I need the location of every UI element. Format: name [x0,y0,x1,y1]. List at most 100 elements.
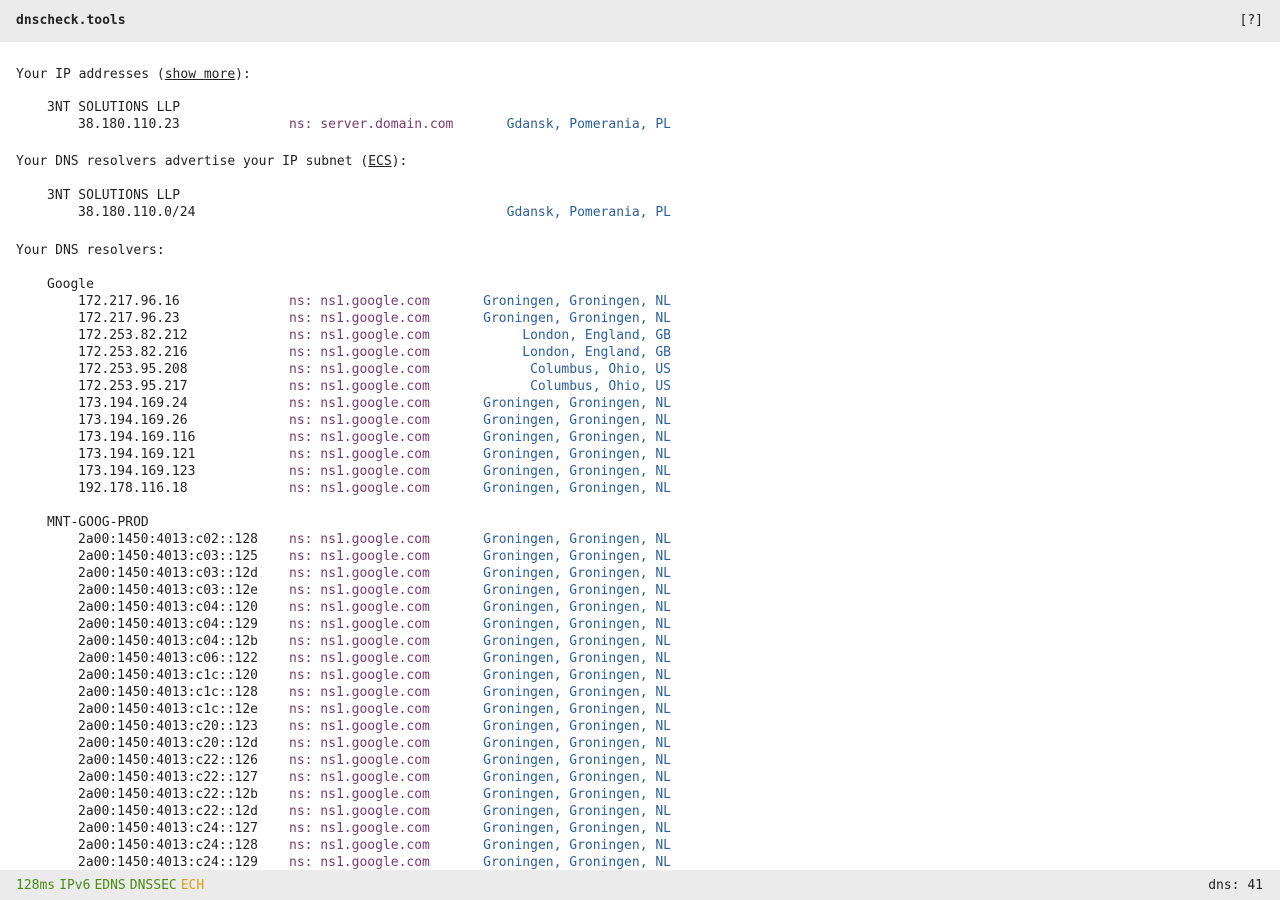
resolver-ns: ns: ns1.google.com [289,294,430,309]
resolver-row: 2a00:1450:4013:c22::126 ns: ns1.google.co… [0,752,700,769]
resolver-row: 2a00:1450:4013:c24::128 ns: ns1.google.co… [0,837,700,854]
resolver-location: Groningen, Groningen, NL [483,600,671,615]
resolver-row: 2a00:1450:4013:c03::12e ns: ns1.google.co… [0,582,700,599]
resolver-ns: ns: ns1.google.com [289,566,430,581]
resolver-location: Groningen, Groningen, NL [483,447,671,462]
resolver-ip: 2a00:1450:4013:c22::12d [78,804,259,819]
ip-org-name: 3NT SOLUTIONS LLP [47,100,181,115]
resolver-row: 172.217.96.16 ns: ns1.google.com Groningen… [0,293,700,310]
resolver-row: 2a00:1450:4013:c22::127 ns: ns1.google.co… [0,769,700,786]
resolver-ns: ns: ns1.google.com [289,311,430,326]
resolver-ns: ns: ns1.google.com [289,600,430,615]
resolver-row: 2a00:1450:4013:c24::129 ns: ns1.google.co… [0,854,700,870]
resolver-row: 2a00:1450:4013:c22::12d ns: ns1.google.co… [0,803,700,820]
resolver-ns: ns: ns1.google.com [289,651,430,666]
resolver-row: 173.194.169.26 ns: ns1.google.com Groninge… [0,412,700,429]
resolver-ip: 2a00:1450:4013:c1c::12e [78,702,259,717]
status-footer: 128ms IPv6 EDNS DNSSEC ECH dns: 41 [0,870,1280,900]
help-button[interactable]: [?] [1240,13,1263,28]
resolver-org-name: MNT-GOOG-PROD [47,515,149,530]
resolver-ip: 173.194.169.123 [78,464,196,479]
resolver-location: Groningen, Groningen, NL [483,549,671,564]
ip-heading-prefix: Your IP addresses ( [16,67,165,82]
resolver-row: 2a00:1450:4013:c20::12d ns: ns1.google.co… [0,735,700,752]
ecs-subnet: 38.180.110.0/24 [78,205,196,220]
resolver-location: Groningen, Groningen, NL [483,311,671,326]
feature-tag: DNSSEC [129,878,177,893]
resolver-ns: ns: ns1.google.com [289,532,430,547]
resolver-ip: 2a00:1450:4013:c06::122 [78,651,259,666]
ip-location: Gdansk, Pomerania, PL [506,117,671,132]
resolver-ns: ns: ns1.google.com [289,549,430,564]
ip-addresses-heading: Your IP addresses (show more): [16,66,251,83]
resolver-row: 172.253.95.208 ns: ns1.google.com Columbus… [0,361,700,378]
ip-address: 38.180.110.23 [78,117,180,132]
resolver-location: Columbus, Ohio, US [530,379,671,394]
resolver-row: 172.253.95.217 ns: ns1.google.com Columbus… [0,378,700,395]
resolver-ns: ns: ns1.google.com [289,481,430,496]
resolver-row: 2a00:1450:4013:c03::125 ns: ns1.google.co… [0,548,700,565]
resolver-ns: ns: ns1.google.com [289,328,430,343]
feature-tag: IPv6 [59,878,91,893]
resolver-row: 2a00:1450:4013:c22::12b ns: ns1.google.co… [0,786,700,803]
ecs-org-name: 3NT SOLUTIONS LLP [47,188,181,203]
resolver-row: 173.194.169.121 ns: ns1.google.com Groning… [0,446,700,463]
feature-tag: ECH [180,878,205,893]
resolver-ns: ns: ns1.google.com [289,362,430,377]
resolver-location: Groningen, Groningen, NL [483,430,671,445]
resolver-location: Groningen, Groningen, NL [483,855,671,870]
resolver-location: Groningen, Groningen, NL [483,719,671,734]
resolver-ip: 172.253.82.216 [78,345,188,360]
resolver-ns: ns: ns1.google.com [289,430,430,445]
resolver-ip: 2a00:1450:4013:c02::128 [78,532,259,547]
resolver-location: Groningen, Groningen, NL [483,651,671,666]
ecs-link[interactable]: ECS [368,154,391,169]
resolver-ip: 2a00:1450:4013:c22::127 [78,770,259,785]
resolver-location: Columbus, Ohio, US [530,362,671,377]
resolver-row: 2a00:1450:4013:c04::129 ns: ns1.google.co… [0,616,700,633]
resolver-location: Groningen, Groningen, NL [483,685,671,700]
resolver-row: 192.178.116.18 ns: ns1.google.com Groninge… [0,480,700,497]
resolver-ip: 173.194.169.121 [78,447,196,462]
resolver-ip: 2a00:1450:4013:c20::123 [78,719,259,734]
resolver-row: 173.194.169.116 ns: ns1.google.com Groning… [0,429,700,446]
resolver-ip: 2a00:1450:4013:c1c::120 [78,668,259,683]
resolver-ip: 172.217.96.16 [78,294,180,309]
show-more-link[interactable]: show more [165,67,235,82]
resolver-ns: ns: ns1.google.com [289,838,430,853]
resolver-location: Groningen, Groningen, NL [483,617,671,632]
resolver-row: 172.253.82.212 ns: ns1.google.com London, … [0,327,700,344]
resolver-row: 2a00:1450:4013:c06::122 ns: ns1.google.co… [0,650,700,667]
resolver-location: London, England, GB [522,328,671,343]
resolver-ns: ns: ns1.google.com [289,821,430,836]
ip-ns: ns: server.domain.com [289,117,454,132]
resolver-ip: 173.194.169.116 [78,430,196,445]
resolver-ns: ns: ns1.google.com [289,379,430,394]
resolver-ip: 192.178.116.18 [78,481,188,496]
main-content: Your IP addresses (show more): 3NT SOLUT… [0,42,1280,870]
resolver-row: 2a00:1450:4013:c04::120 ns: ns1.google.co… [0,599,700,616]
resolver-ns: ns: ns1.google.com [289,668,430,683]
feature-tag: EDNS [94,878,126,893]
resolver-row: 2a00:1450:4013:c1c::120 ns: ns1.google.co… [0,667,700,684]
resolver-location: Groningen, Groningen, NL [483,804,671,819]
resolver-ip: 2a00:1450:4013:c03::125 [78,549,259,564]
resolver-ns: ns: ns1.google.com [289,464,430,479]
resolver-ns: ns: ns1.google.com [289,753,430,768]
ecs-heading-suffix: ): [391,154,408,169]
resolver-location: Groningen, Groningen, NL [483,396,671,411]
resolver-location: Groningen, Groningen, NL [483,753,671,768]
resolver-location: Groningen, Groningen, NL [483,413,671,428]
resolver-ip: 2a00:1450:4013:c1c::128 [78,685,259,700]
site-title[interactable]: dnscheck.tools [16,13,126,28]
dns-count: dns: 41 [1208,878,1263,893]
resolver-ip: 172.253.95.217 [78,379,188,394]
resolver-ip: 2a00:1450:4013:c03::12d [78,566,259,581]
resolver-org-name: Google [47,277,94,292]
resolver-row: 2a00:1450:4013:c1c::128 ns: ns1.google.co… [0,684,700,701]
resolver-ns: ns: ns1.google.com [289,736,430,751]
resolver-row: 172.253.82.216 ns: ns1.google.com London, … [0,344,700,361]
resolver-location: Groningen, Groningen, NL [483,702,671,717]
resolver-row: 2a00:1450:4013:c04::12b ns: ns1.google.co… [0,633,700,650]
resolver-ns: ns: ns1.google.com [289,345,430,360]
